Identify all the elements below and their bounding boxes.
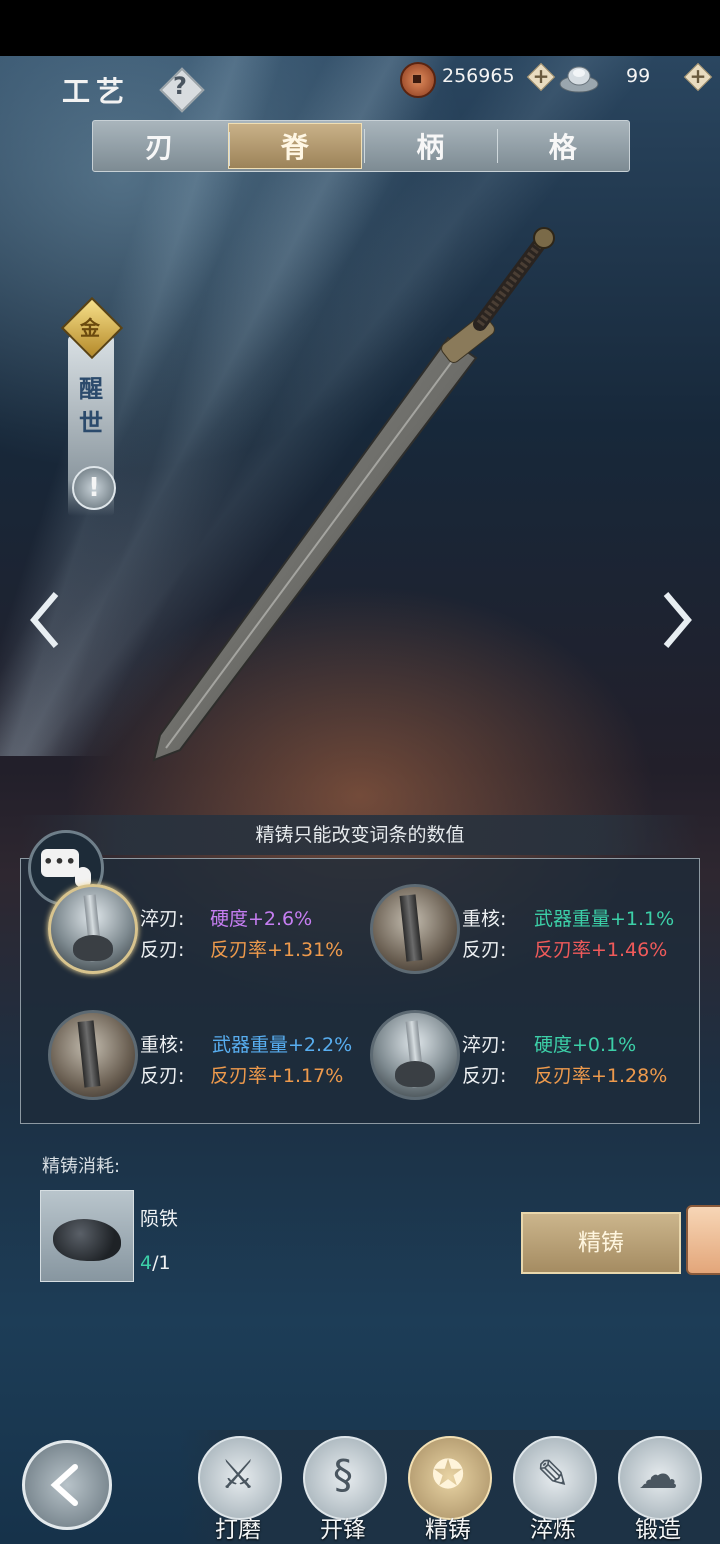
- ore-icon: [53, 1219, 121, 1261]
- nav-temper[interactable]: ✎ 淬炼: [509, 1436, 599, 1544]
- prev-arrow-icon[interactable]: [28, 590, 62, 650]
- status-bar: [0, 0, 720, 56]
- nav-sharpen[interactable]: § 开锋: [299, 1436, 389, 1544]
- nav-refine[interactable]: ✪ 精铸: [404, 1436, 494, 1544]
- back-button[interactable]: [22, 1440, 112, 1530]
- page-title: 工艺: [62, 75, 131, 108]
- tab-hilt[interactable]: 柄: [364, 121, 497, 171]
- grind-icon: ⚔: [220, 1452, 256, 1498]
- nav-forge[interactable]: ☁ 锻造: [614, 1436, 704, 1544]
- info-alert-button[interactable]: !: [72, 466, 116, 510]
- sharpen-icon: §: [333, 1452, 353, 1498]
- refine-button[interactable]: 精铸: [521, 1212, 681, 1274]
- option-slot-4[interactable]: 淬刃: 硬度+0.1% 反刃: 反刃率+1.28%: [370, 1010, 700, 1106]
- top-bar: 工艺 ? 256965 + 99 +: [0, 56, 720, 113]
- copper-amount: 256965: [442, 65, 515, 87]
- sword-name: 醒 世: [79, 374, 103, 437]
- option-slot-3[interactable]: 重核: 武器重量+2.2% 反刃: 反刃率+1.17%: [48, 1010, 378, 1106]
- tab-spine[interactable]: 脊: [227, 123, 362, 169]
- temper-icon: ✎: [536, 1452, 570, 1498]
- help-button[interactable]: ?: [159, 67, 205, 113]
- grade-char: 金: [80, 316, 100, 340]
- forge-lock-icon: ☁: [638, 1452, 678, 1498]
- add-silver-button[interactable]: +: [683, 62, 713, 92]
- nav-grind[interactable]: ⚔ 打磨: [194, 1436, 284, 1544]
- tab-blade[interactable]: 刃: [93, 121, 226, 171]
- stone-blade-icon: [370, 1010, 460, 1100]
- option-slot-1[interactable]: 淬刃: 硬度+2.6% 反刃: 反刃率+1.31%: [48, 884, 378, 980]
- add-copper-button[interactable]: +: [526, 62, 556, 92]
- sword-image: [152, 227, 555, 762]
- lantern-icon: [686, 1205, 720, 1275]
- stone-blade-icon: [48, 884, 138, 974]
- silver-amount: 99: [626, 65, 651, 87]
- next-arrow-icon[interactable]: [660, 590, 694, 650]
- iron-core-icon: [370, 884, 460, 974]
- item-count: 4/1: [140, 1252, 171, 1274]
- silver-ingot-icon: [559, 66, 599, 93]
- refine-icon: ✪: [431, 1452, 465, 1498]
- part-tabs: 刃 脊 柄 格: [92, 120, 630, 172]
- cost-label: 精铸消耗:: [42, 1156, 121, 1177]
- refine-notice: 精铸只能改变词条的数值: [20, 815, 700, 855]
- iron-core-icon: [48, 1010, 138, 1100]
- meteor-iron-item[interactable]: [40, 1190, 134, 1282]
- tab-guard[interactable]: 格: [496, 121, 630, 171]
- back-arrow-icon: [50, 1464, 78, 1506]
- option-slot-2[interactable]: 重核: 武器重量+1.1% 反刃: 反刃率+1.46%: [370, 884, 700, 980]
- copper-coin-icon: [400, 62, 436, 98]
- question-icon: ?: [173, 72, 187, 100]
- sword-name-badge: 金 醒 世 !: [60, 296, 124, 530]
- item-name: 陨铁: [140, 1208, 179, 1230]
